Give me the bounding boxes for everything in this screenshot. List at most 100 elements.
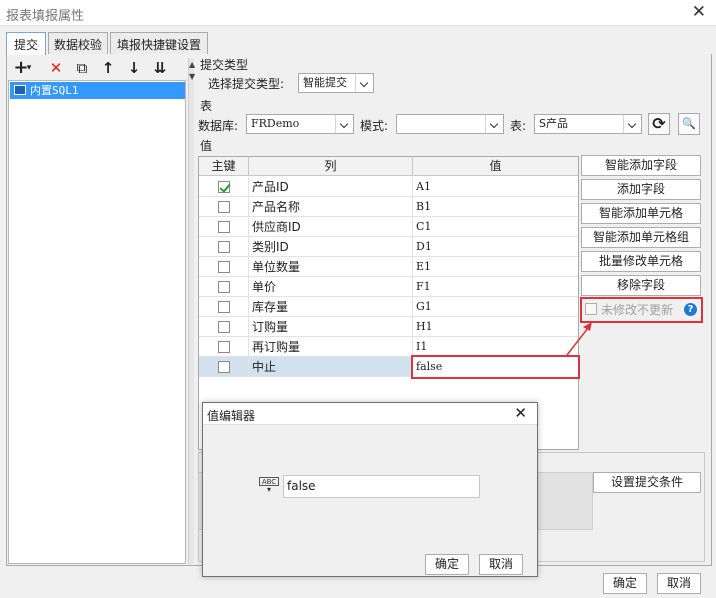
value-cell[interactable]: C1 [413,217,578,237]
copy-icon[interactable]: ⧉ [71,58,93,78]
column-cell[interactable]: 产品ID [249,177,413,197]
database-select[interactable]: FRDemo [246,114,354,134]
primary-key-checkbox[interactable] [218,341,230,353]
remove-field-button[interactable]: 移除字段 [581,275,701,296]
move-up-icon[interactable]: ↑ [97,58,119,78]
table-row[interactable]: 订购量 H1 [199,317,578,337]
table-row[interactable]: 再订购量 I1 [199,337,578,357]
tab-submit[interactable]: 提交 [6,32,46,55]
table-row[interactable]: 产品名称 B1 [199,197,578,217]
add-field-button[interactable]: 添加字段 [581,179,701,200]
table-section-title: 表 [200,99,213,113]
collapse-up-icon[interactable]: ▲ [189,60,195,69]
key-cell [199,277,249,297]
dialog-close-icon[interactable]: ✕ [514,404,527,422]
key-cell [199,237,249,257]
database-icon [14,85,26,95]
column-cell[interactable]: 库存量 [249,297,413,317]
add-menu-chevron-down-icon[interactable]: ▾ [24,58,34,78]
key-cell [199,317,249,337]
value-cell[interactable]: A1 [413,177,578,197]
panel-splitter[interactable]: ▲ ▼ [188,58,195,564]
key-cell [199,257,249,277]
smart-add-cell-group-button[interactable]: 智能添加单元格组 [581,227,701,248]
primary-key-checkbox[interactable] [218,241,230,253]
cancel-button[interactable]: 取消 [657,573,701,594]
primary-key-checkbox[interactable] [218,221,230,233]
table-value: S产品 [539,117,568,130]
submit-type-value: 智能提交 [303,76,347,89]
primary-key-checkbox[interactable] [218,301,230,313]
submit-type-select[interactable]: 智能提交 [298,73,374,93]
batch-modify-cells-button[interactable]: 批量修改单元格 [581,251,701,272]
dialog-ok-button[interactable]: 确定 [425,554,469,575]
key-cell [199,357,249,377]
primary-key-checkbox[interactable] [218,261,230,273]
table-row[interactable]: 单位数量 E1 [199,257,578,277]
move-down-icon[interactable]: ↓ [123,58,145,78]
column-cell[interactable]: 单价 [249,277,413,297]
column-cell[interactable]: 再订购量 [249,337,413,357]
database-label: 数据库: [198,119,239,133]
primary-key-checkbox[interactable] [218,181,230,193]
key-cell [199,337,249,357]
preview-icon[interactable]: 🔍 [678,113,700,135]
primary-key-checkbox[interactable] [218,321,230,333]
value-type-icon[interactable]: ABC ▾ [259,477,279,497]
value-cell[interactable]: I1 [413,337,578,357]
database-value: FRDemo [251,117,300,130]
value-cell[interactable]: F1 [413,277,578,297]
value-cell[interactable]: D1 [413,237,578,257]
column-cell[interactable]: 类别ID [249,237,413,257]
smart-add-cell-button[interactable]: 智能添加单元格 [581,203,701,224]
value-cell[interactable]: E1 [413,257,578,277]
table-row[interactable]: 单价 F1 [199,277,578,297]
key-cell [199,197,249,217]
table-select[interactable]: S产品 [534,114,642,134]
column-cell[interactable]: 中止 [249,357,413,377]
value-input[interactable]: false [283,475,480,498]
sort-icon[interactable]: ⇊ [149,58,171,78]
key-cell [199,217,249,237]
table-label: 表: [510,119,527,133]
refresh-icon[interactable]: ⟳ [648,113,670,135]
window-title: 报表填报属性 [6,9,85,24]
highlight-box-option [580,297,703,323]
dialog-title: 值编辑器 [207,409,256,423]
smart-add-field-button[interactable]: 智能添加字段 [581,155,701,176]
primary-key-checkbox[interactable] [218,361,230,373]
tab-data-validation[interactable]: 数据校验 [48,32,108,54]
submit-list-panel: 内置SQL1 [8,80,186,564]
highlight-box-value-cell [411,355,580,379]
primary-key-checkbox[interactable] [218,281,230,293]
table-row[interactable]: 供应商ID C1 [199,217,578,237]
value-type-chevron-down-icon: ▾ [266,485,271,494]
value-editor-dialog: 值编辑器 ✕ ABC ▾ false 确定 取消 [202,402,538,577]
primary-key-checkbox[interactable] [218,201,230,213]
tab-shortcut-settings[interactable]: 填报快捷键设置 [110,32,208,54]
collapse-down-icon[interactable]: ▼ [189,72,195,81]
delete-icon[interactable]: ✕ [45,58,67,78]
list-item[interactable]: 内置SQL1 [10,82,185,99]
table-row[interactable]: 类别ID D1 [199,237,578,257]
column-header-column: 列 [249,157,413,176]
chevron-down-icon [335,115,353,133]
dialog-cancel-button[interactable]: 取消 [479,554,523,575]
title-bar: 报表填报属性 ✕ [0,0,716,26]
submit-type-label: 选择提交类型: [208,77,285,91]
key-cell [199,297,249,317]
value-cell[interactable]: G1 [413,297,578,317]
value-cell[interactable]: B1 [413,197,578,217]
close-icon[interactable]: ✕ [692,2,706,22]
column-cell[interactable]: 供应商ID [249,217,413,237]
ok-button[interactable]: 确定 [603,573,647,594]
set-submit-condition-button[interactable]: 设置提交条件 [593,472,701,493]
column-cell[interactable]: 单位数量 [249,257,413,277]
column-cell[interactable]: 订购量 [249,317,413,337]
table-row[interactable]: 库存量 G1 [199,297,578,317]
value-cell[interactable]: H1 [413,317,578,337]
table-row[interactable]: 产品ID A1 [199,177,578,197]
mode-select[interactable] [396,114,504,134]
column-cell[interactable]: 产品名称 [249,197,413,217]
chevron-down-icon [485,115,503,133]
